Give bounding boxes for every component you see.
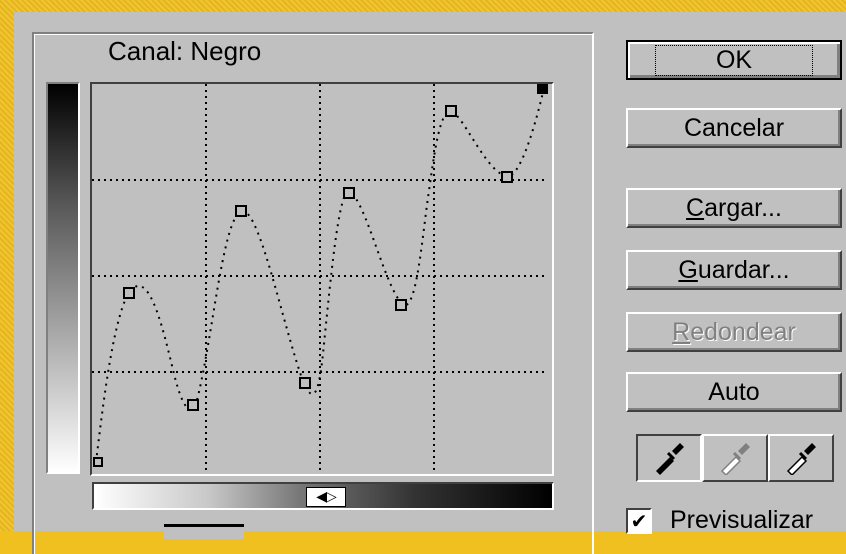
- load-button[interactable]: Cargar...: [626, 188, 842, 228]
- curve-point: [299, 377, 311, 389]
- curve-point: [123, 287, 135, 299]
- load-button-mnemonic: C: [686, 193, 705, 222]
- grid-lines: [92, 84, 548, 470]
- black-eyedropper-button[interactable]: [636, 434, 702, 482]
- graph-size-control[interactable]: [164, 524, 244, 539]
- load-button-label: argar...: [704, 193, 782, 222]
- channel-label: Canal: Negro: [94, 36, 276, 67]
- cancel-button-label: Cancelar: [683, 113, 785, 142]
- curves-dialog: Canal: Negro ◀▷ OK Cancelar C argar... G…: [14, 12, 846, 554]
- save-button-label: uardar...: [697, 255, 790, 284]
- curve-point: [187, 399, 199, 411]
- curve-point: [93, 457, 103, 467]
- gray-eyedropper-icon: [720, 443, 750, 475]
- curve-point: [343, 187, 355, 199]
- black-eyedropper-icon: [656, 443, 684, 475]
- cancel-button[interactable]: Cancelar: [626, 108, 842, 148]
- gradient-swap-arrows-icon[interactable]: ◀▷: [306, 487, 346, 507]
- preview-checkbox[interactable]: ✔: [626, 507, 652, 534]
- white-eyedropper-button[interactable]: [768, 434, 834, 482]
- smooth-button-mnemonic: R: [672, 317, 691, 346]
- save-button-mnemonic: G: [678, 255, 698, 284]
- curve-point: [235, 205, 247, 217]
- auto-button-label: Auto: [708, 377, 760, 406]
- eyedropper-group: [636, 434, 840, 484]
- curve-svg[interactable]: [92, 84, 548, 470]
- smooth-button-label: edondear: [690, 317, 796, 346]
- curve-point: [501, 171, 513, 183]
- save-button[interactable]: Guardar...: [626, 250, 842, 290]
- white-eyedropper-icon: [786, 443, 816, 475]
- curve-point: [395, 299, 407, 311]
- smooth-button[interactable]: Redondear: [626, 312, 842, 352]
- curve-graph[interactable]: [90, 82, 554, 476]
- curve-point: [445, 105, 457, 117]
- curve-point: [537, 84, 548, 94]
- output-gradient-bar: [46, 82, 80, 474]
- ok-button[interactable]: OK: [626, 40, 842, 80]
- auto-button[interactable]: Auto: [626, 372, 842, 412]
- input-gradient-bar[interactable]: ◀▷: [92, 482, 554, 510]
- ok-button-label: OK: [654, 44, 814, 76]
- gray-eyedropper-button[interactable]: [702, 434, 768, 482]
